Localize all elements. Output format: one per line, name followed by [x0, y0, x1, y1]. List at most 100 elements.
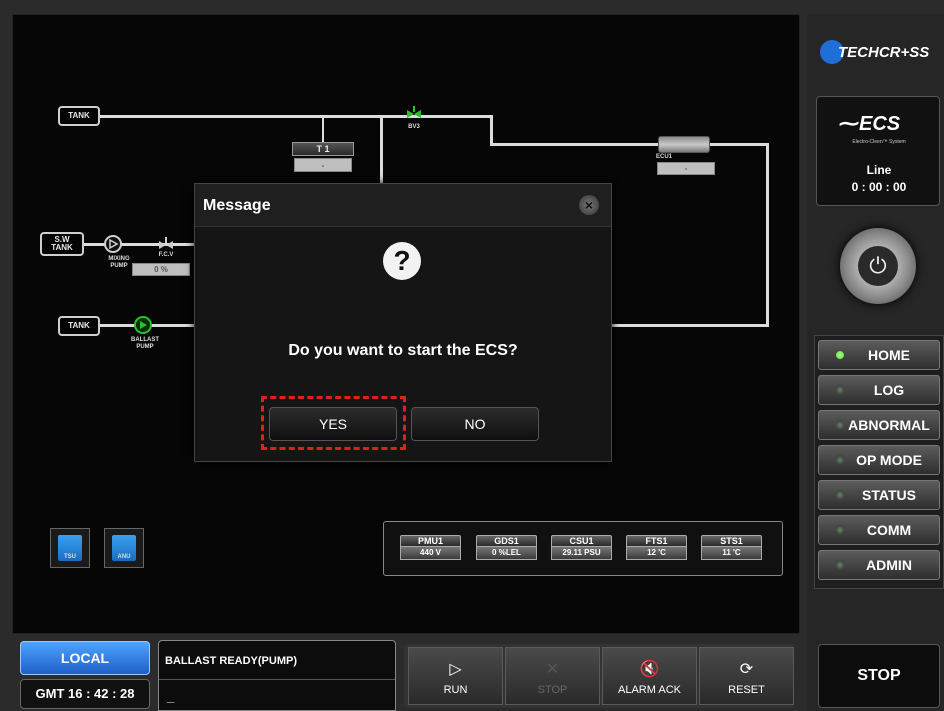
menu-label: OP MODE [856, 452, 922, 468]
pipe [766, 143, 769, 327]
menu-label: ADMIN [866, 557, 912, 573]
sw-tank[interactable]: S.W TANK [40, 232, 84, 256]
ecu1-value: - [657, 162, 715, 175]
t1-label: T 1 [292, 142, 354, 156]
fcv-value: 0 % [132, 263, 190, 276]
menu-home[interactable]: HOME [818, 340, 940, 370]
play-icon: ▷ [449, 661, 462, 678]
techcross-logo: TECHCR+SS [818, 38, 942, 68]
sensor-csu1: CSU1 29.11 PSU [551, 535, 612, 560]
refresh-icon: ⟳ [739, 661, 754, 678]
led-icon [835, 490, 845, 500]
bv3-label: BV3 [408, 124, 420, 130]
mixing-pump-icon[interactable] [104, 235, 122, 253]
menu-admin[interactable]: ADMIN [818, 550, 940, 580]
ecs-subtitle: Electro-Cleen™ System [852, 139, 906, 145]
ecs-swirl-icon: ⁓ [839, 113, 859, 135]
sensor-gds1: GDS1 0 %LEL [476, 535, 537, 560]
run-label: RUN [443, 684, 468, 696]
tsu-label: TSU [64, 554, 76, 560]
anu-label: ANU [117, 554, 131, 560]
status-divider [159, 679, 395, 680]
led-icon [835, 525, 845, 535]
pipe [490, 143, 658, 146]
pipe [322, 115, 324, 143]
tsu-button[interactable]: TSU [50, 528, 90, 568]
alarm-ack-label: ALARM ACK [618, 684, 681, 696]
stop-small-button[interactable]: ✕ STOP [505, 647, 600, 705]
ecs-title-text: ECS [859, 113, 901, 135]
ecu1-unit-icon[interactable] [658, 136, 710, 153]
fcv-valve-icon[interactable] [158, 237, 174, 251]
sensor-value: 29.11 PSU [551, 547, 612, 560]
status-box: BALLAST READY(PUMP) _ [158, 640, 396, 711]
stop-button[interactable]: STOP [818, 644, 940, 708]
ecu1-label: ECU1 [656, 154, 673, 160]
sensor-value: 0 %LEL [476, 547, 537, 560]
sensor-value: 11 'C [701, 547, 762, 560]
sensor-value: 12 'C [626, 547, 687, 560]
yes-button[interactable]: YES [269, 407, 397, 441]
menu-label: COMM [866, 522, 912, 538]
menu-status[interactable]: STATUS [818, 480, 940, 510]
sensor-name: PMU1 [400, 535, 461, 547]
dialog-title: Message [203, 197, 271, 214]
run-button[interactable]: ▷ RUN [408, 647, 503, 705]
sensor-value: 440 V [400, 547, 461, 560]
gmt-clock: GMT 16 : 42 : 28 [20, 679, 150, 709]
led-icon [835, 455, 845, 465]
menu-log[interactable]: LOG [818, 375, 940, 405]
menu-op-mode[interactable]: OP MODE [818, 445, 940, 475]
reset-label: RESET [728, 684, 765, 696]
ecs-panel: ⁓ECS Electro-Cleen™ System Line 0 : 00 :… [816, 96, 940, 206]
logo-text: TECHCR+SS [838, 44, 930, 61]
dialog-titlebar: Message × [195, 184, 611, 227]
line-label: Line [866, 163, 892, 177]
sensor-name: GDS1 [476, 535, 537, 547]
alarm-ack-button[interactable]: 🔇 ALARM ACK [602, 647, 697, 705]
tank-bottom[interactable]: TANK [58, 316, 100, 336]
pipe [610, 324, 769, 327]
led-icon [835, 350, 845, 360]
led-icon [835, 385, 845, 395]
anu-button[interactable]: ANU [104, 528, 144, 568]
line-time: 0 : 00 : 00 [851, 180, 907, 194]
menu-comm[interactable]: COMM [818, 515, 940, 545]
mixing-pump-label: MIXING PUMP [108, 256, 130, 269]
mute-icon: 🔇 [639, 661, 660, 678]
sensor-name: FTS1 [626, 535, 687, 547]
pipe [380, 115, 383, 185]
local-mode-button[interactable]: LOCAL [20, 641, 150, 675]
sensor-sts1: STS1 11 'C [701, 535, 762, 560]
question-icon: ? [383, 242, 421, 280]
power-icon: ⏻ [858, 246, 898, 286]
ecs-title: ⁓ECS [839, 111, 900, 136]
bv3-valve-icon[interactable] [406, 106, 422, 122]
pipe [710, 143, 768, 146]
stop-small-label: STOP [537, 684, 568, 696]
sensor-name: STS1 [701, 535, 762, 547]
tank-top[interactable]: TANK [58, 106, 100, 126]
no-button[interactable]: NO [411, 407, 539, 441]
ballast-pump-icon[interactable] [134, 316, 152, 334]
sensor-fts1: FTS1 12 'C [626, 535, 687, 560]
reset-button[interactable]: ⟳ RESET [699, 647, 794, 705]
pipe [84, 243, 194, 246]
dialog-message: Do you want to start the ECS? [288, 342, 518, 359]
menu-label: ABNORMAL [848, 417, 930, 433]
sensor-pmu1: PMU1 440 V [400, 535, 461, 560]
menu-label: LOG [873, 382, 905, 398]
sensor-name: CSU1 [551, 535, 612, 547]
ballast-pump-label: BALLAST PUMP [131, 337, 159, 350]
power-button[interactable]: ⏻ [840, 228, 916, 304]
status-cursor: _ [167, 689, 175, 704]
status-text: BALLAST READY(PUMP) [165, 655, 297, 667]
pipe [490, 115, 493, 145]
close-icon[interactable]: × [579, 195, 599, 215]
x-icon: ✕ [545, 661, 560, 678]
menu-abnormal[interactable]: ABNORMAL [818, 410, 940, 440]
menu-label: HOME [868, 347, 910, 363]
led-icon [835, 420, 845, 430]
led-icon [835, 560, 845, 570]
t1-value: - [294, 158, 352, 172]
